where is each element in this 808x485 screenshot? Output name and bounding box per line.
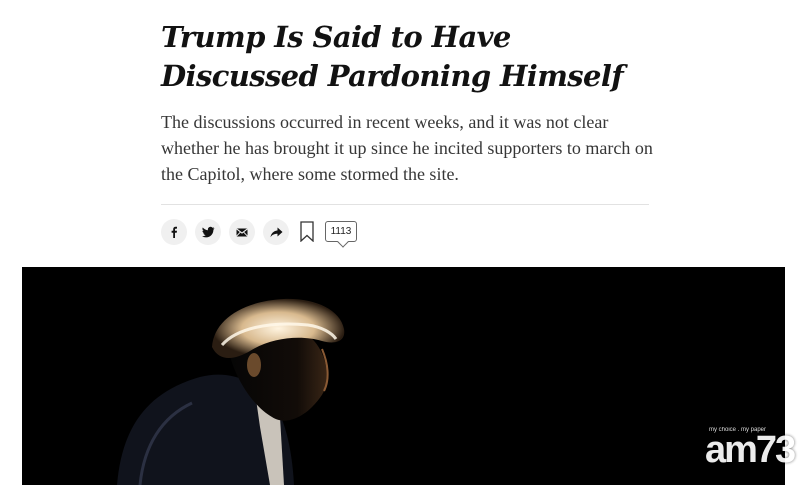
- more-share-button[interactable]: [263, 219, 289, 245]
- comment-count: 1113: [330, 226, 352, 237]
- photo-illustration: [22, 267, 785, 485]
- article-photo: [22, 267, 785, 485]
- article-summary: The discussions occurred in recent weeks…: [161, 112, 653, 184]
- share-icon: [270, 227, 282, 237]
- twitter-share-button[interactable]: [195, 219, 221, 245]
- facebook-share-button[interactable]: [161, 219, 187, 245]
- article-headline: Trump Is Said to Have Discussed Pardonin…: [161, 20, 624, 93]
- watermark-logo: am73: [705, 429, 796, 471]
- save-bookmark-button[interactable]: [300, 221, 314, 247]
- email-icon: [236, 227, 248, 237]
- divider: [161, 204, 649, 205]
- facebook-icon: [171, 226, 177, 238]
- comments-button[interactable]: 1113: [325, 221, 357, 248]
- bookmark-icon: [300, 221, 314, 243]
- email-share-button[interactable]: [229, 219, 255, 245]
- twitter-icon: [201, 226, 214, 238]
- speech-bubble-tail: [337, 236, 349, 248]
